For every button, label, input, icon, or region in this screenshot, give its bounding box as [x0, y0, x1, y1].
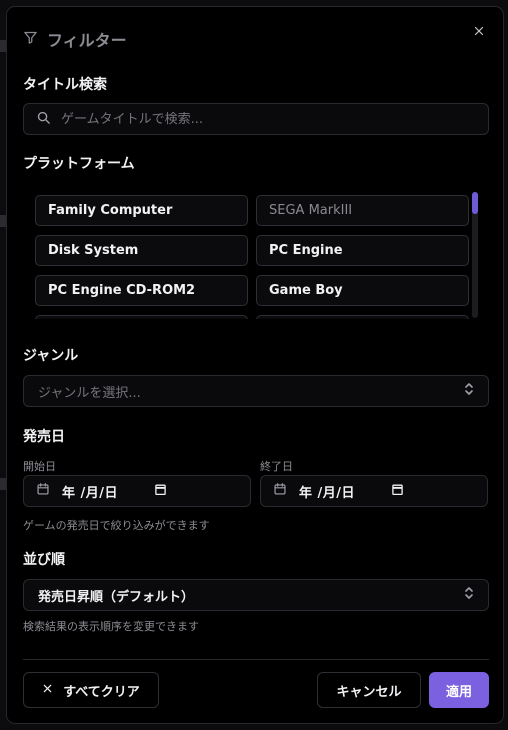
- date-picker-icon[interactable]: [391, 483, 404, 500]
- genre-label: ジャンル: [23, 348, 79, 364]
- platform-chip[interactable]: Game Boy: [256, 275, 469, 306]
- end-date-value: 年 /月/日: [299, 485, 356, 501]
- cancel-button[interactable]: キャンセル: [317, 672, 421, 708]
- calendar-icon: [36, 482, 50, 500]
- filter-dialog: フィルター タイトル検索 プラットフォーム Family Computer SE…: [6, 6, 504, 724]
- platform-chip-partial[interactable]: [35, 315, 248, 319]
- release-date-label: 発売日: [23, 429, 65, 445]
- dialog-title-text: フィルター: [47, 31, 127, 50]
- calendar-icon: [273, 482, 287, 500]
- apply-button[interactable]: 適用: [429, 672, 489, 708]
- sort-helper: 検索結果の表示順序を変更できます: [23, 620, 199, 633]
- clear-all-button[interactable]: すべてクリア: [23, 672, 159, 708]
- close-icon: [473, 22, 485, 41]
- footer-divider: [23, 659, 489, 660]
- title-search-label: タイトル検索: [23, 77, 107, 93]
- start-date-input[interactable]: 年 /月/日: [23, 475, 251, 507]
- sort-label: 並び順: [23, 552, 65, 568]
- platform-chip-partial[interactable]: [256, 315, 469, 319]
- platform-chip[interactable]: SEGA MarkIII: [256, 195, 469, 226]
- platform-grid: Family Computer SEGA MarkIII Disk System…: [35, 195, 469, 319]
- platform-chip[interactable]: Family Computer: [35, 195, 248, 226]
- date-picker-icon[interactable]: [154, 483, 167, 500]
- platform-chip[interactable]: PC Engine CD-ROM2: [35, 275, 248, 306]
- sort-select-value: 発売日昇順（デフォルト）: [38, 589, 195, 605]
- search-input[interactable]: [61, 111, 461, 127]
- genre-select[interactable]: ジャンルを選択...: [23, 375, 489, 407]
- scrollbar-thumb[interactable]: [472, 192, 478, 214]
- filter-icon: [23, 30, 38, 49]
- chevron-updown-icon: [464, 382, 474, 400]
- close-icon: [42, 683, 53, 698]
- title-search-field[interactable]: [23, 103, 489, 135]
- cancel-label: キャンセル: [336, 684, 402, 700]
- platform-label: プラットフォーム: [23, 156, 135, 172]
- platform-chip[interactable]: PC Engine: [256, 235, 469, 266]
- genre-select-placeholder: ジャンルを選択...: [38, 385, 141, 401]
- end-date-input[interactable]: 年 /月/日: [260, 475, 488, 507]
- close-button[interactable]: [469, 21, 489, 41]
- start-date-value: 年 /月/日: [62, 485, 119, 501]
- platform-scrollbar[interactable]: [472, 192, 478, 318]
- platform-chip[interactable]: Disk System: [35, 235, 248, 266]
- chevron-updown-icon: [464, 586, 474, 604]
- clear-all-label: すべてクリア: [63, 684, 140, 700]
- release-date-helper: ゲームの発売日で絞り込みができます: [23, 519, 210, 532]
- sort-select[interactable]: 発売日昇順（デフォルト）: [23, 579, 489, 611]
- end-date-label: 終了日: [260, 460, 293, 473]
- start-date-label: 開始日: [23, 460, 56, 473]
- apply-label: 適用: [445, 684, 472, 700]
- platform-list[interactable]: Family Computer SEGA MarkIII Disk System…: [23, 187, 483, 319]
- search-icon: [36, 110, 51, 129]
- dialog-title: フィルター: [23, 27, 127, 51]
